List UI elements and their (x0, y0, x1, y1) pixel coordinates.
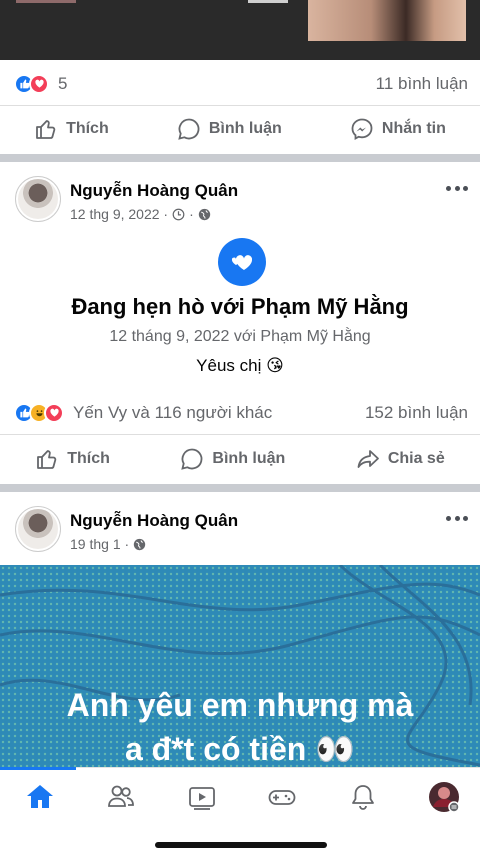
post-date[interactable]: 12 thg 9, 2022 · (70, 206, 168, 222)
share-button[interactable]: Chia sẻ (356, 447, 445, 471)
author-avatar[interactable] (15, 176, 61, 222)
share-icon (357, 450, 379, 468)
life-event-subtitle: 12 tháng 9, 2022 với Phạm Mỹ Hằng (109, 328, 371, 345)
like-icon (36, 120, 56, 139)
post-actions: Thích Bình luận Chia sẻ (0, 434, 480, 484)
post-actions: Thích Bình luận Nhắn tin (0, 104, 480, 154)
clock-icon (172, 208, 185, 220)
globe-icon (133, 538, 146, 550)
comment-button[interactable]: Bình luận (180, 447, 285, 471)
reaction-count: 5 (58, 73, 68, 93)
media-thumbnail (16, 0, 76, 3)
more-options-icon[interactable] (446, 186, 468, 191)
watch-icon (189, 787, 215, 810)
post-divider (0, 484, 480, 492)
message-label: Nhắn tin (381, 120, 446, 137)
comment-button[interactable]: Bình luận (177, 117, 282, 141)
comment-icon (181, 448, 203, 470)
life-event-title: Đang hẹn hò với Phạm Mỹ Hằng (71, 294, 409, 319)
reactors-text: Yến Vy và 116 người khác (73, 402, 273, 422)
comment-count[interactable]: 11 bình luận (376, 74, 468, 94)
bell-icon (352, 785, 374, 810)
reactions-summary[interactable]: Yến Vy và 116 người khác 152 bình luận (0, 391, 480, 435)
globe-icon (198, 208, 210, 220)
comment-label: Bình luận (212, 450, 286, 467)
tab-home[interactable] (20, 779, 60, 815)
like-button[interactable]: Thích (34, 117, 109, 141)
reactions-summary[interactable]: 5 11 bình luận (0, 62, 480, 106)
like-button[interactable]: Thích (35, 447, 110, 471)
background-post-text: Anh yêu em nhưng mà a đ*t có tiền 👀 (0, 683, 480, 771)
author-name[interactable]: Nguyễn Hoàng Quân (70, 511, 238, 531)
more-options-icon[interactable] (446, 516, 468, 521)
tab-gaming[interactable] (262, 779, 302, 815)
share-label: Chia sẻ (387, 450, 445, 467)
post-caption: Yêus chị 😘 (196, 356, 284, 375)
message-button[interactable]: Nhắn tin (350, 117, 446, 141)
tab-friends[interactable] (101, 779, 141, 815)
previous-post-media[interactable] (0, 0, 480, 60)
post-divider (0, 154, 480, 162)
love-reaction-icon (44, 402, 64, 423)
media-thumbnail (248, 0, 288, 3)
post-meta: 19 thg 1 · (70, 536, 146, 552)
post-date[interactable]: 19 thg 1 · (70, 536, 129, 552)
home-icon (27, 785, 53, 808)
tab-watch[interactable] (182, 779, 222, 815)
author-name[interactable]: Nguyễn Hoàng Quân (70, 181, 238, 201)
gaming-icon (268, 790, 296, 805)
profile-avatar-icon (429, 782, 460, 813)
bg-text-line: Anh yêu em nhưng mà (66, 687, 414, 723)
post-photo[interactable] (308, 0, 466, 41)
active-tab-indicator (0, 767, 76, 770)
friends-icon (108, 785, 134, 807)
like-icon (37, 450, 57, 469)
bg-text-line: a đ*t có tiền 👀 (124, 731, 356, 767)
love-reaction-icon (29, 73, 49, 94)
comment-label: Bình luận (208, 120, 282, 137)
relationship-heart-icon (218, 238, 266, 286)
author-avatar[interactable] (15, 506, 61, 552)
tab-notifications[interactable] (343, 779, 383, 815)
comment-icon (178, 118, 200, 140)
home-indicator[interactable] (155, 842, 327, 848)
like-label: Thích (67, 450, 110, 467)
post-meta: 12 thg 9, 2022 · · (70, 206, 211, 222)
tab-profile[interactable] (424, 779, 464, 815)
comment-count[interactable]: 152 bình luận (365, 403, 468, 423)
like-label: Thích (66, 120, 109, 137)
messenger-icon (351, 118, 373, 141)
